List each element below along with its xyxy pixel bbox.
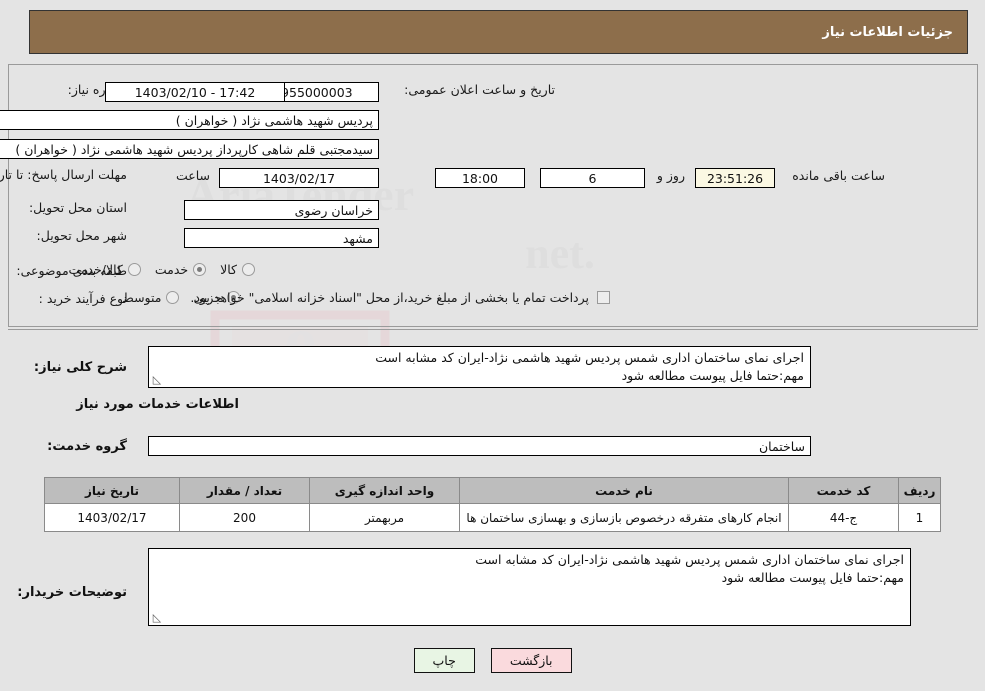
countdown-label-row: ساعت باقی مانده bbox=[792, 168, 885, 184]
resize-grip-icon-notes[interactable]: ◺ bbox=[151, 612, 163, 624]
service-group-field: ساختمان bbox=[148, 436, 811, 456]
page-root: AriaTender .net e جزئیات اطلاعات نیاز شم… bbox=[0, 0, 985, 691]
cell-index: 1 bbox=[898, 503, 941, 532]
radio-category-kala[interactable] bbox=[242, 263, 255, 276]
summary-label: شرح کلی نیاز: bbox=[33, 360, 127, 375]
remaining-days-field: 6 bbox=[540, 168, 645, 188]
page-header: جزئیات اطلاعات نیاز bbox=[29, 10, 968, 54]
table-row: 1 ج-44 انجام کارهای متفرقه درخصوص بازساز… bbox=[44, 503, 941, 532]
radio-process-motavaset[interactable] bbox=[166, 291, 180, 304]
buyer-notes-textarea[interactable]: اجرای نمای ساختمان اداری شمس پردیس شهید … bbox=[148, 548, 911, 626]
summary-textarea[interactable]: اجرای نمای ساختمان اداری شمس پردیس شهید … bbox=[148, 346, 811, 388]
radio-category-kala-label: کالا bbox=[220, 262, 237, 277]
th-code: کد خدمت bbox=[788, 477, 899, 504]
buyer-org-field: پردیس شهید هاشمی نژاد ( خواهران ) bbox=[0, 110, 379, 130]
deadline-time-field: 18:00 bbox=[435, 168, 525, 188]
summary-line-2: مهم:حتما فایل پیوست مطالعه شود bbox=[621, 368, 804, 384]
th-name: نام خدمت bbox=[459, 477, 789, 504]
th-unit: واحد اندازه گیری bbox=[309, 477, 460, 504]
footer-button-bar: بازگشت چاپ bbox=[0, 648, 985, 673]
province-label: استان محل تحویل: bbox=[28, 200, 127, 215]
hour-label-row: ساعت bbox=[176, 168, 210, 184]
remaining-days-label: روز و bbox=[656, 168, 685, 183]
cell-quantity: 200 bbox=[179, 503, 310, 532]
service-group-label-row: گروه خدمت: bbox=[47, 439, 127, 454]
back-button[interactable]: بازگشت bbox=[490, 648, 572, 673]
city-label-row: شهر محل تحویل: bbox=[37, 228, 127, 244]
cell-unit: مربهمتر bbox=[309, 503, 460, 532]
treasury-note-row: پرداخت تمام یا بخشی از مبلغ خرید،از محل … bbox=[190, 290, 610, 306]
deadline-label: مهلت ارسال پاسخ: تا تاریخ: bbox=[0, 167, 127, 182]
deadline-label-row: مهلت ارسال پاسخ: تا تاریخ: bbox=[0, 164, 127, 183]
province-label-row: استان محل تحویل: bbox=[29, 200, 127, 216]
city-label: شهر محل تحویل: bbox=[36, 228, 127, 243]
province-field: خراسان رضوی bbox=[184, 200, 379, 220]
countdown-field: 23:51:26 bbox=[695, 168, 775, 188]
deadline-date-field: 1403/02/17 bbox=[219, 168, 379, 188]
cell-need-date: 1403/02/17 bbox=[44, 503, 180, 532]
services-table: ردیف کد خدمت نام خدمت واحد اندازه گیری ت… bbox=[44, 477, 941, 532]
summary-line-1: اجرای نمای ساختمان اداری شمس پردیس شهید … bbox=[375, 350, 804, 365]
notes-line-1: اجرای نمای ساختمان اداری شمس پردیس شهید … bbox=[475, 552, 904, 567]
table-header-row: ردیف کد خدمت نام خدمت واحد اندازه گیری ت… bbox=[44, 477, 941, 504]
radio-category-kala-khedmat[interactable] bbox=[127, 263, 141, 276]
radio-category-khedmat-label: خدمت bbox=[154, 262, 189, 277]
creator-field: سیدمجتبی قلم شاهی کارپرداز پردیس شهید ها… bbox=[0, 139, 379, 159]
details-panel bbox=[8, 64, 978, 327]
services-section-title: اطلاعات خدمات مورد نیاز bbox=[76, 397, 239, 412]
notes-label-row: توضیحات خریدار: bbox=[17, 585, 127, 600]
deadline-hour-label: ساعت bbox=[175, 168, 210, 183]
summary-label-row: شرح کلی نیاز: bbox=[34, 360, 127, 375]
th-quantity: تعداد / مقدار bbox=[179, 477, 310, 504]
cell-name: انجام کارهای متفرقه درخصوص بازسازی و بهس… bbox=[459, 503, 789, 532]
panel-separator bbox=[8, 329, 978, 330]
announce-datetime-field: 17:42 - 1403/02/10 bbox=[105, 82, 285, 102]
cell-code: ج-44 bbox=[788, 503, 899, 532]
treasury-checkbox[interactable] bbox=[597, 291, 610, 305]
notes-line-2: مهم:حتما فایل پیوست مطالعه شود bbox=[721, 570, 904, 586]
city-field: مشهد bbox=[184, 228, 379, 248]
radio-category-khedmat[interactable] bbox=[193, 263, 207, 276]
category-radio-group: کالا خدمت کالا/خدمت bbox=[54, 262, 255, 277]
radio-process-motavaset-label: متوسط bbox=[122, 290, 162, 305]
radio-category-kala-khedmat-label: کالا/خدمت bbox=[68, 262, 123, 277]
th-index: ردیف bbox=[898, 477, 941, 504]
days-label-row: روز و bbox=[657, 168, 685, 184]
countdown-label: ساعت باقی مانده bbox=[792, 168, 885, 183]
print-button[interactable]: چاپ bbox=[413, 648, 475, 673]
announce-label-row: تاریخ و ساعت اعلان عمومی: bbox=[404, 82, 555, 98]
page-title: جزئیات اطلاعات نیاز bbox=[822, 24, 953, 40]
th-date: تاریخ نیاز bbox=[44, 477, 180, 504]
announce-datetime-label: تاریخ و ساعت اعلان عمومی: bbox=[404, 82, 555, 97]
buyer-notes-label: توضیحات خریدار: bbox=[17, 585, 127, 600]
treasury-note-label: پرداخت تمام یا بخشی از مبلغ خرید،از محل … bbox=[190, 290, 589, 305]
resize-grip-icon[interactable]: ◺ bbox=[151, 374, 163, 386]
service-group-label: گروه خدمت: bbox=[47, 439, 127, 454]
